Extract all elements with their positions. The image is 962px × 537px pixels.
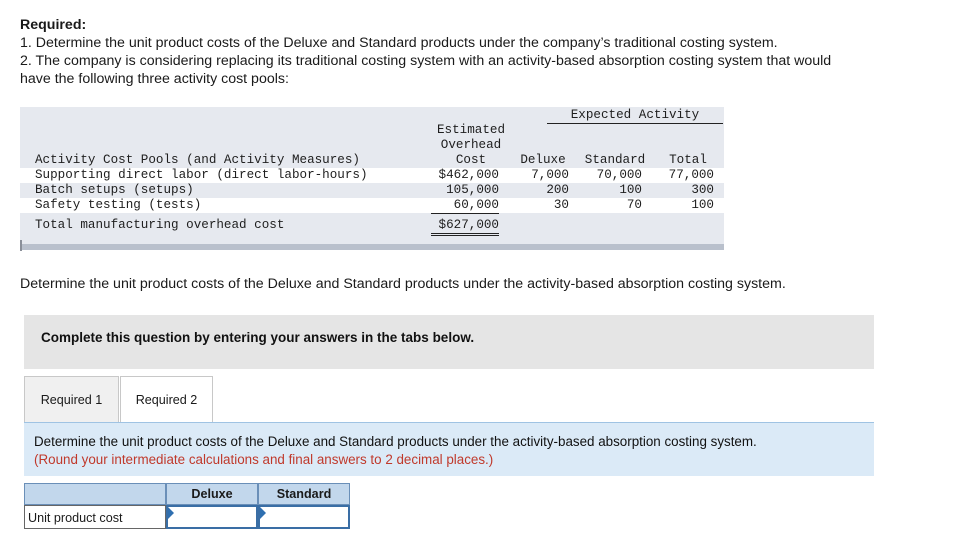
complete-prompt-box: Complete this question by entering your … [24, 315, 874, 369]
header-estimated: Estimated [436, 123, 506, 137]
expected-activity-header: Expected Activity [547, 107, 723, 124]
answer-header-deluxe: Deluxe [166, 483, 258, 505]
row-cost: 60,000 [431, 198, 499, 214]
row-standard: 100 [619, 183, 642, 197]
row-total: 300 [691, 183, 714, 197]
header-cost: Cost [455, 153, 487, 167]
header-standard: Standard [584, 153, 646, 167]
row-deluxe: 7,000 [531, 168, 569, 182]
tab-label: Required 1 [40, 393, 103, 407]
row-cost: $462,000 [438, 168, 499, 182]
table-row: Safety testing (tests) 60,000 30 70 100 [20, 198, 724, 214]
total-label: Total manufacturing overhead cost [35, 218, 285, 232]
standard-unit-cost-input[interactable] [258, 505, 350, 529]
answer-header-deluxe-label: Deluxe [191, 487, 233, 501]
row-cost: 105,000 [446, 183, 499, 197]
table-row: Batch setups (setups) 105,000 200 100 30… [20, 183, 724, 198]
tab-label: Required 2 [135, 393, 198, 407]
table-edge-marker [20, 240, 22, 251]
answer-header-standard-label: Standard [276, 487, 332, 501]
answer-table: Deluxe Standard Unit product cost [24, 483, 350, 529]
row-standard: 70,000 [596, 168, 642, 182]
required-title: Required: [20, 17, 87, 33]
required-line-2a: 2. The company is considering replacing … [20, 53, 832, 69]
tab-required-2[interactable]: Required 2 [120, 376, 213, 422]
row-deluxe: 30 [553, 198, 569, 212]
row-pool: Supporting direct labor (direct labor-ho… [35, 168, 368, 182]
tab-required-1[interactable]: Required 1 [24, 376, 119, 422]
unit-product-cost-label-text: Unit product cost [28, 511, 123, 525]
activity-cost-table: Expected Activity Estimated Overhead Cos… [20, 107, 724, 244]
required-line-1: 1. Determine the unit product costs of t… [20, 35, 778, 51]
complete-prompt: Complete this question by entering your … [41, 330, 475, 345]
row-pool: Safety testing (tests) [35, 198, 202, 212]
total-cost: $627,000 [431, 218, 499, 236]
table-row: Supporting direct labor (direct labor-ho… [20, 168, 724, 183]
header-total: Total [669, 153, 707, 167]
row-pool: Batch setups (setups) [35, 183, 194, 197]
row-total: 77,000 [668, 168, 714, 182]
header-overhead: Overhead [440, 138, 502, 152]
header-deluxe: Deluxe [520, 153, 566, 167]
deluxe-unit-cost-input[interactable] [166, 505, 258, 529]
input-flag-icon [260, 507, 266, 519]
unit-product-cost-label: Unit product cost [24, 505, 166, 529]
question-text: Determine the unit product costs of the … [20, 276, 786, 292]
required-section: Required: 1. Determine the unit product … [20, 16, 945, 88]
rounding-note: (Round your intermediate calculations an… [34, 452, 494, 467]
answer-header-standard: Standard [258, 483, 350, 505]
instructions-text: Determine the unit product costs of the … [34, 434, 757, 449]
input-flag-icon [168, 507, 174, 519]
total-row: Total manufacturing overhead cost $627,0… [20, 218, 724, 236]
instructions-box: Determine the unit product costs of the … [24, 422, 874, 476]
row-total: 100 [691, 198, 714, 212]
row-standard: 70 [626, 198, 642, 212]
header-activity-pools: Activity Cost Pools (and Activity Measur… [35, 153, 360, 167]
row-deluxe: 200 [546, 183, 569, 197]
table-bottom-bar [20, 244, 724, 250]
required-line-2b: have the following three activity cost p… [20, 71, 289, 87]
answer-header-blank [24, 483, 166, 505]
